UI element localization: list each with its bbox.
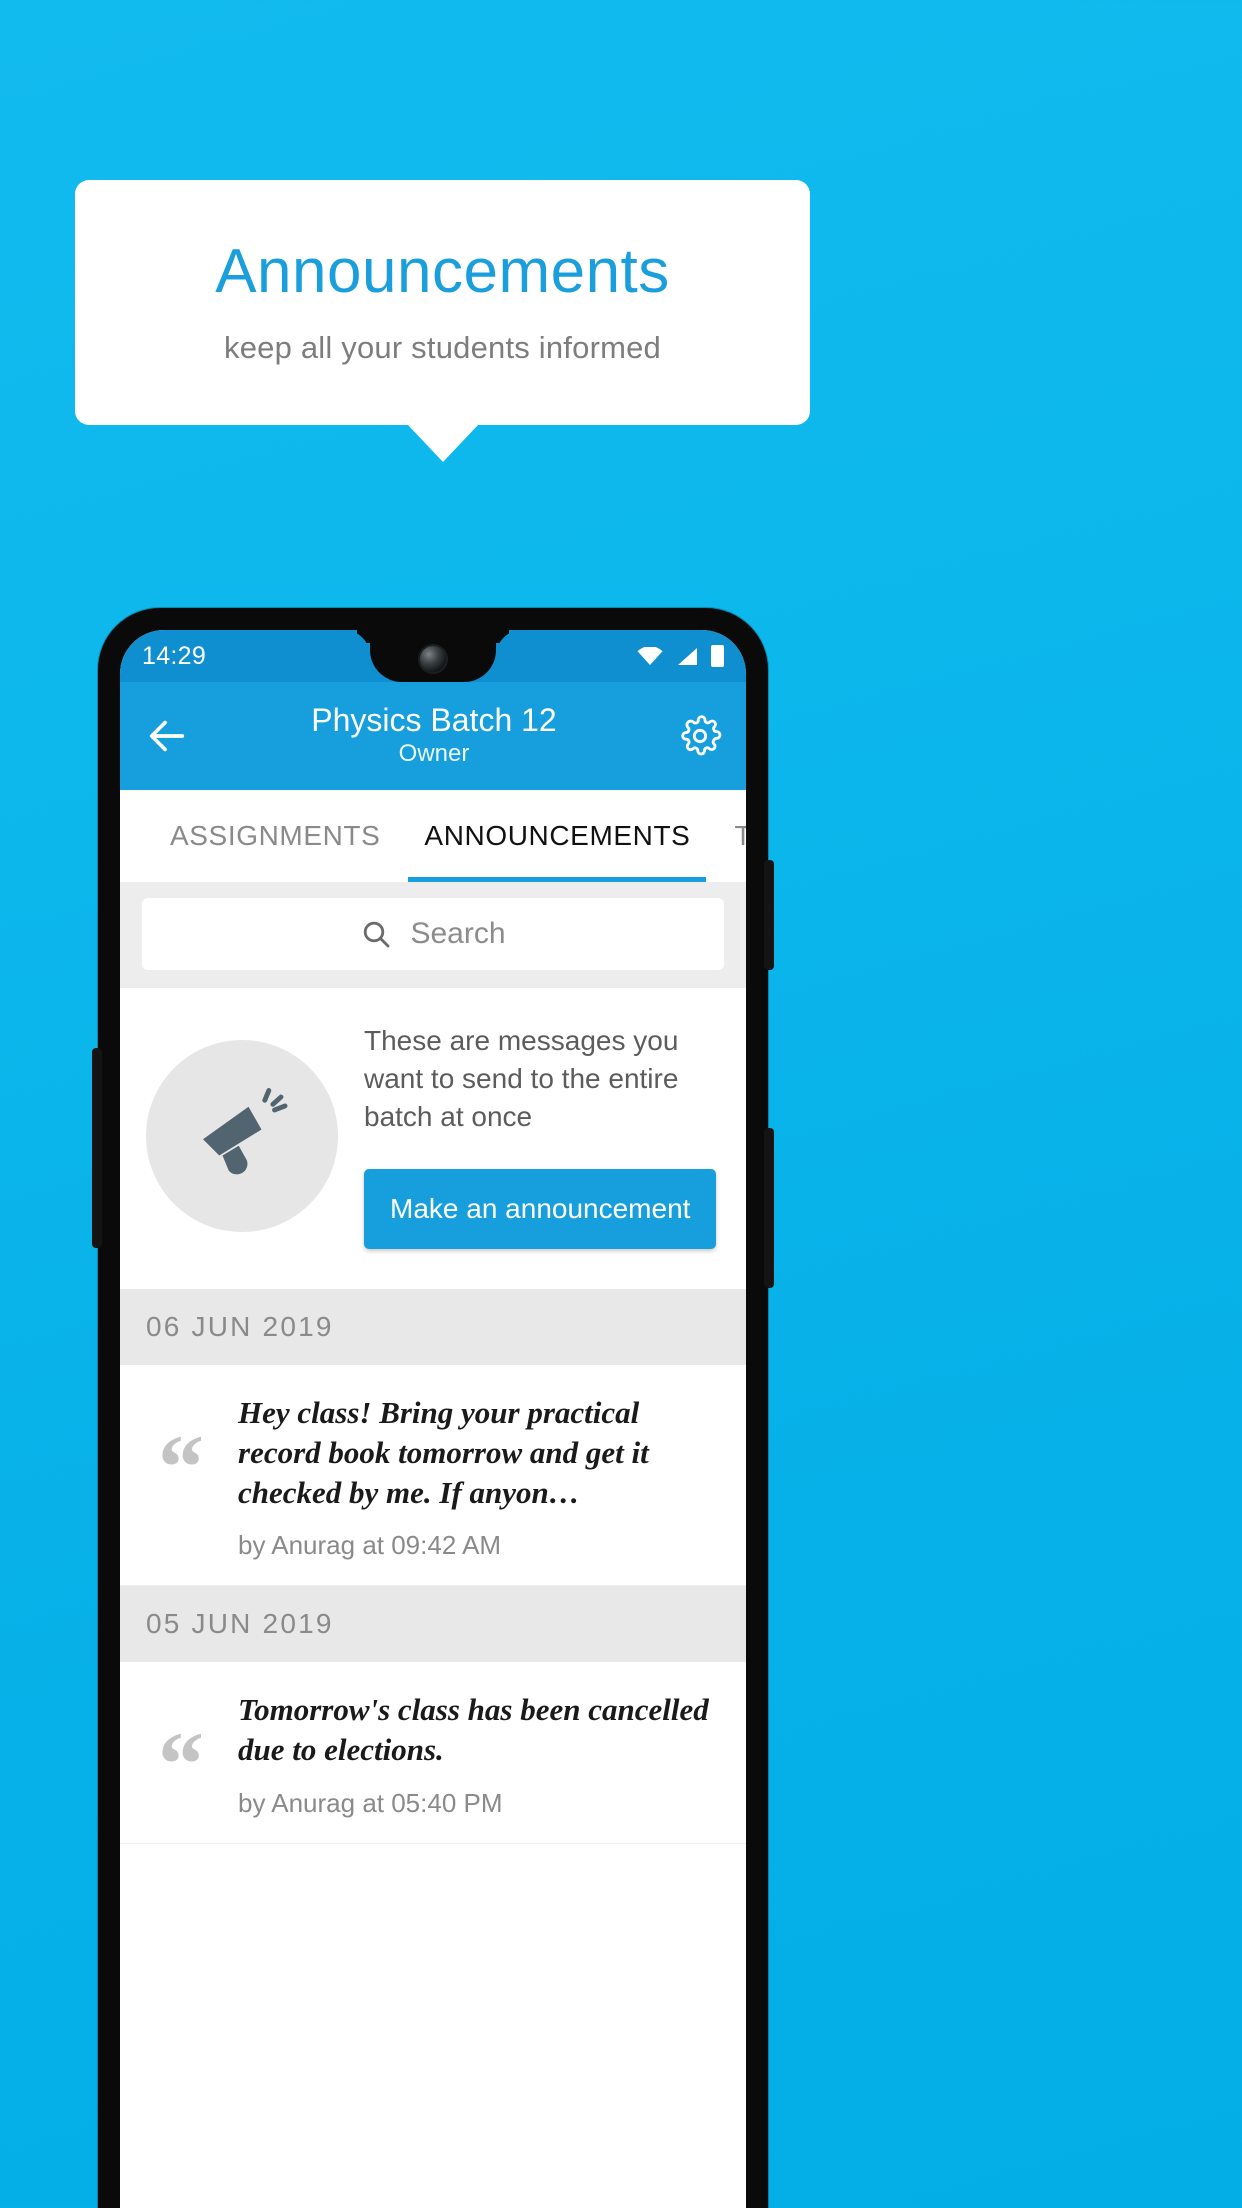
announcement-content: Hey class! Bring your practical record b… bbox=[238, 1393, 720, 1561]
tab-tests[interactable]: TESTS bbox=[712, 790, 746, 882]
tab-bar: ASSIGNMENTS ANNOUNCEMENTS TESTS ’ bbox=[120, 790, 746, 882]
date-header: 05 JUN 2019 bbox=[120, 1586, 746, 1663]
announcement-text: Hey class! Bring your practical record b… bbox=[238, 1395, 649, 1510]
promo-subtitle: keep all your students informed bbox=[224, 330, 661, 366]
announcement-empty-state: These are messages you want to send to t… bbox=[120, 988, 746, 1290]
quote-icon: “ bbox=[158, 1416, 204, 1519]
announcement-row[interactable]: “ Tomorrow's class has been cancelled du… bbox=[120, 1662, 746, 1844]
search-icon bbox=[364, 921, 390, 948]
tab-assignments[interactable]: ASSIGNMENTS bbox=[148, 790, 402, 882]
phone-screen: 14:29 Physics Batch 12 Owner ASSIGNMENTS… bbox=[120, 630, 746, 2208]
megaphone-icon bbox=[203, 1087, 288, 1175]
page-subtitle: Owner bbox=[398, 740, 470, 768]
back-arrow-icon[interactable] bbox=[144, 713, 190, 759]
megaphone-badge bbox=[146, 1039, 338, 1232]
search-bar-container: Search bbox=[120, 882, 746, 988]
announcement-text: Tomorrow's class has been cancelled due … bbox=[238, 1692, 709, 1768]
phone-notch bbox=[370, 630, 496, 682]
quote-icon: “ bbox=[158, 1713, 204, 1816]
announcement-byline: by Anurag at 09:42 AM bbox=[238, 1530, 502, 1561]
empty-state-content: These are messages you want to send to t… bbox=[364, 1022, 720, 1250]
announcement-row[interactable]: “ Hey class! Bring your practical record… bbox=[120, 1365, 746, 1587]
battery-icon bbox=[711, 645, 724, 667]
phone-mockup: 14:29 Physics Batch 12 Owner ASSIGNMENTS… bbox=[92, 608, 774, 2208]
app-bar-title-group: Physics Batch 12 Owner bbox=[190, 702, 678, 769]
phone-side-button bbox=[764, 1128, 774, 1288]
search-placeholder: Search bbox=[410, 917, 506, 950]
phone-power-button bbox=[764, 860, 774, 970]
empty-state-description: These are messages you want to send to t… bbox=[364, 1025, 679, 1132]
promo-callout-card: Announcements keep all your students inf… bbox=[75, 180, 810, 425]
search-input[interactable]: Search bbox=[142, 898, 724, 970]
announcement-byline: by Anurag at 05:40 PM bbox=[238, 1787, 503, 1818]
callout-tail-pointer bbox=[407, 424, 479, 462]
gear-icon[interactable] bbox=[678, 714, 722, 758]
date-header: 06 JUN 2019 bbox=[120, 1289, 746, 1366]
promo-title: Announcements bbox=[215, 236, 670, 306]
wifi-icon bbox=[637, 647, 663, 665]
make-announcement-button[interactable]: Make an announcement bbox=[364, 1169, 717, 1250]
status-time: 14:29 bbox=[142, 641, 207, 670]
front-camera-icon bbox=[420, 646, 446, 672]
tab-announcements[interactable]: ANNOUNCEMENTS bbox=[402, 790, 712, 882]
app-bar: Physics Batch 12 Owner bbox=[120, 682, 746, 790]
signal-icon bbox=[678, 647, 697, 665]
phone-volume-button bbox=[92, 1048, 102, 1248]
page-title: Physics Batch 12 bbox=[311, 701, 557, 738]
status-icon-group bbox=[637, 645, 724, 667]
announcement-content: Tomorrow's class has been cancelled due … bbox=[238, 1690, 720, 1818]
